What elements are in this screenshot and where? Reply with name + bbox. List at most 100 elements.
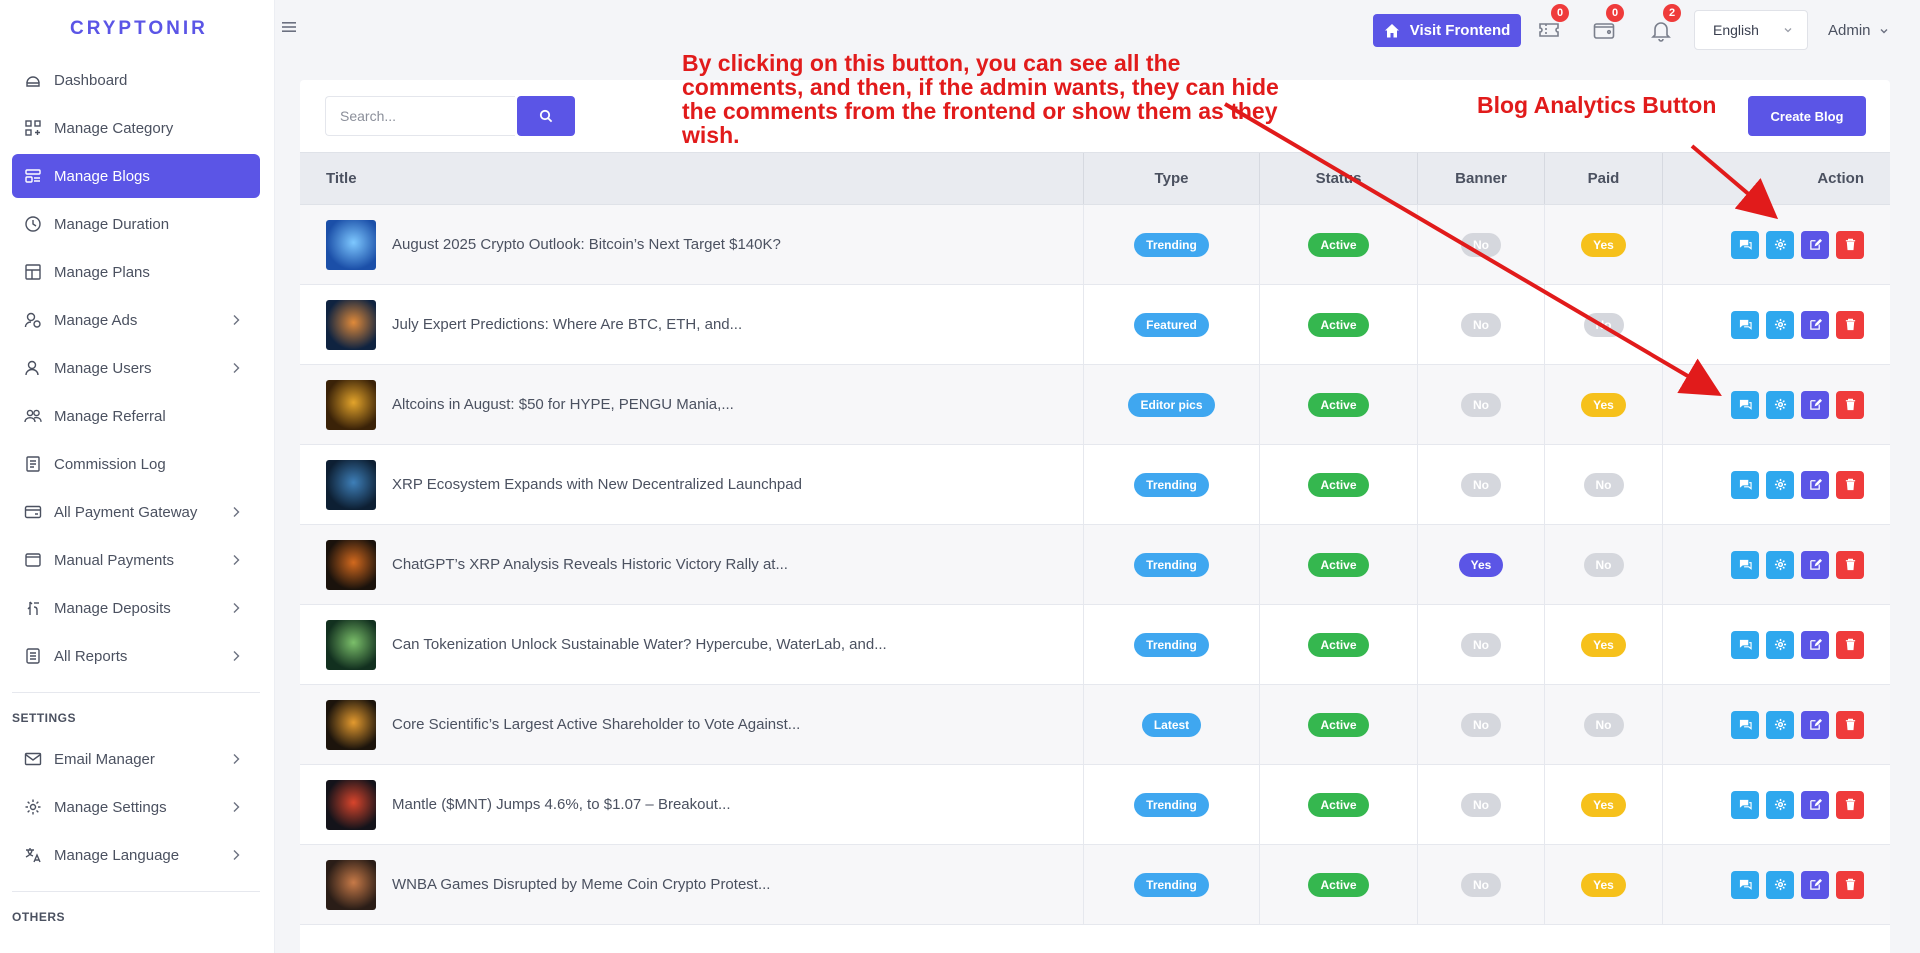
cell-paid: No (1545, 445, 1663, 524)
wallet-count-badge: 0 (1606, 4, 1624, 22)
status-badge: Active (1308, 792, 1369, 817)
delete-button[interactable] (1836, 390, 1864, 419)
chevron-right-icon (233, 603, 240, 613)
status-badge: Active (1308, 392, 1369, 417)
comments-button[interactable] (1731, 310, 1759, 339)
sidebar-item-manage-duration[interactable]: Manage Duration (12, 202, 260, 246)
comments-button[interactable] (1731, 710, 1759, 739)
blog-title[interactable]: WNBA Games Disrupted by Meme Coin Crypto… (392, 876, 770, 893)
sidebar-item-manage-settings[interactable]: Manage Settings (12, 785, 260, 829)
hamburger-menu-icon[interactable] (282, 20, 296, 34)
trash-icon (1844, 398, 1857, 411)
edit-icon (1809, 398, 1822, 411)
comments-button[interactable] (1731, 790, 1759, 819)
analytics-button[interactable] (1766, 310, 1794, 339)
blog-title[interactable]: XRP Ecosystem Expands with New Decentral… (392, 476, 802, 493)
sidebar-item-commission-log[interactable]: Commission Log (12, 442, 260, 486)
user-menu[interactable]: Admin (1828, 22, 1889, 39)
sidebar-item-manage-ads[interactable]: Manage Ads (12, 298, 260, 342)
sidebar-item-manage-deposits[interactable]: Manage Deposits (12, 586, 260, 630)
edit-button[interactable] (1801, 870, 1829, 899)
delete-button[interactable] (1836, 470, 1864, 499)
edit-icon (1809, 798, 1822, 811)
analytics-button[interactable] (1766, 390, 1794, 419)
sidebar-item-label: Manage Plans (54, 263, 150, 281)
sidebar-item-email-manager[interactable]: Email Manager (12, 737, 260, 781)
cell-paid: No (1545, 525, 1663, 604)
sidebar-item-all-reports[interactable]: All Reports (12, 634, 260, 678)
status-badge: Active (1308, 312, 1369, 337)
edit-button[interactable] (1801, 390, 1829, 419)
cell-title: Core Scientific’s Largest Active Shareho… (300, 685, 1084, 764)
blog-title[interactable]: July Expert Predictions: Where Are BTC, … (392, 316, 742, 333)
edit-button[interactable] (1801, 790, 1829, 819)
edit-icon (1809, 478, 1822, 491)
status-badge: Active (1308, 872, 1369, 897)
analytics-annotation: Blog Analytics Button (1477, 92, 1717, 118)
sidebar-item-manage-plans[interactable]: Manage Plans (12, 250, 260, 294)
analytics-button[interactable] (1766, 470, 1794, 499)
ticket-icon[interactable]: 0 (1537, 4, 1569, 42)
comments-button[interactable] (1731, 550, 1759, 579)
blogs-table: Title Type Status Banner Paid Action Aug… (300, 152, 1890, 925)
blog-title[interactable]: Core Scientific’s Largest Active Shareho… (392, 716, 800, 733)
sidebar-item-dashboard[interactable]: Dashboard (12, 58, 260, 102)
comments-button[interactable] (1731, 870, 1759, 899)
banner-badge: No (1461, 312, 1501, 337)
sidebar-item-manage-blogs[interactable]: Manage Blogs (12, 154, 260, 198)
create-blog-button[interactable]: Create Blog (1748, 96, 1866, 136)
sidebar-item-manage-referral[interactable]: Manage Referral (12, 394, 260, 438)
delete-button[interactable] (1836, 550, 1864, 579)
visit-frontend-label: Visit Frontend (1409, 22, 1511, 39)
comments-button[interactable] (1731, 390, 1759, 419)
sidebar-item-manage-users[interactable]: Manage Users (12, 346, 260, 390)
sidebar-item-manual-payments[interactable]: Manual Payments (12, 538, 260, 582)
sidebar-item-manage-language[interactable]: Manage Language (12, 833, 260, 877)
analytics-button[interactable] (1766, 230, 1794, 259)
gear-icon (1774, 398, 1787, 411)
edit-button[interactable] (1801, 550, 1829, 579)
analytics-button[interactable] (1766, 870, 1794, 899)
sidebar-item-manage-category[interactable]: Manage Category (12, 106, 260, 150)
cell-action (1663, 205, 1890, 284)
delete-button[interactable] (1836, 310, 1864, 339)
edit-button[interactable] (1801, 710, 1829, 739)
comments-button[interactable] (1731, 230, 1759, 259)
blog-title[interactable]: Can Tokenization Unlock Sustainable Wate… (392, 636, 887, 653)
edit-button[interactable] (1801, 630, 1829, 659)
delete-button[interactable] (1836, 710, 1864, 739)
analytics-button[interactable] (1766, 630, 1794, 659)
delete-button[interactable] (1836, 790, 1864, 819)
analytics-button[interactable] (1766, 550, 1794, 579)
analytics-button[interactable] (1766, 710, 1794, 739)
search-input[interactable]: Search... (325, 96, 515, 136)
language-select[interactable]: English (1694, 10, 1808, 50)
blog-title[interactable]: Mantle ($MNT) Jumps 4.6%, to $1.07 – Bre… (392, 796, 730, 813)
analytics-button[interactable] (1766, 790, 1794, 819)
bell-icon[interactable]: 2 (1649, 4, 1681, 42)
delete-button[interactable] (1836, 870, 1864, 899)
cell-status: Active (1260, 525, 1418, 604)
chevron-right-icon (233, 651, 240, 661)
status-badge: Active (1308, 472, 1369, 497)
sidebar-item-label: Manage Deposits (54, 599, 171, 617)
edit-button[interactable] (1801, 470, 1829, 499)
visit-frontend-button[interactable]: Visit Frontend (1373, 14, 1521, 47)
edit-icon (1809, 718, 1822, 731)
banner-badge: No (1461, 232, 1501, 257)
edit-button[interactable] (1801, 230, 1829, 259)
comments-button[interactable] (1731, 470, 1759, 499)
delete-button[interactable] (1836, 630, 1864, 659)
wallet-icon[interactable]: 0 (1592, 4, 1624, 42)
delete-button[interactable] (1836, 230, 1864, 259)
brand-logo[interactable]: CRYPTONIR (70, 18, 208, 40)
cell-status: Active (1260, 285, 1418, 364)
blog-title[interactable]: Altcoins in August: $50 for HYPE, PENGU … (392, 396, 734, 413)
blog-title[interactable]: ChatGPT’s XRP Analysis Reveals Historic … (392, 556, 788, 573)
edit-button[interactable] (1801, 310, 1829, 339)
comments-button[interactable] (1731, 630, 1759, 659)
search-button[interactable] (517, 96, 575, 136)
sidebar-item-all-payment-gateway[interactable]: All Payment Gateway (12, 490, 260, 534)
comments-icon (1739, 318, 1752, 331)
blog-title[interactable]: August 2025 Crypto Outlook: Bitcoin’s Ne… (392, 236, 781, 253)
